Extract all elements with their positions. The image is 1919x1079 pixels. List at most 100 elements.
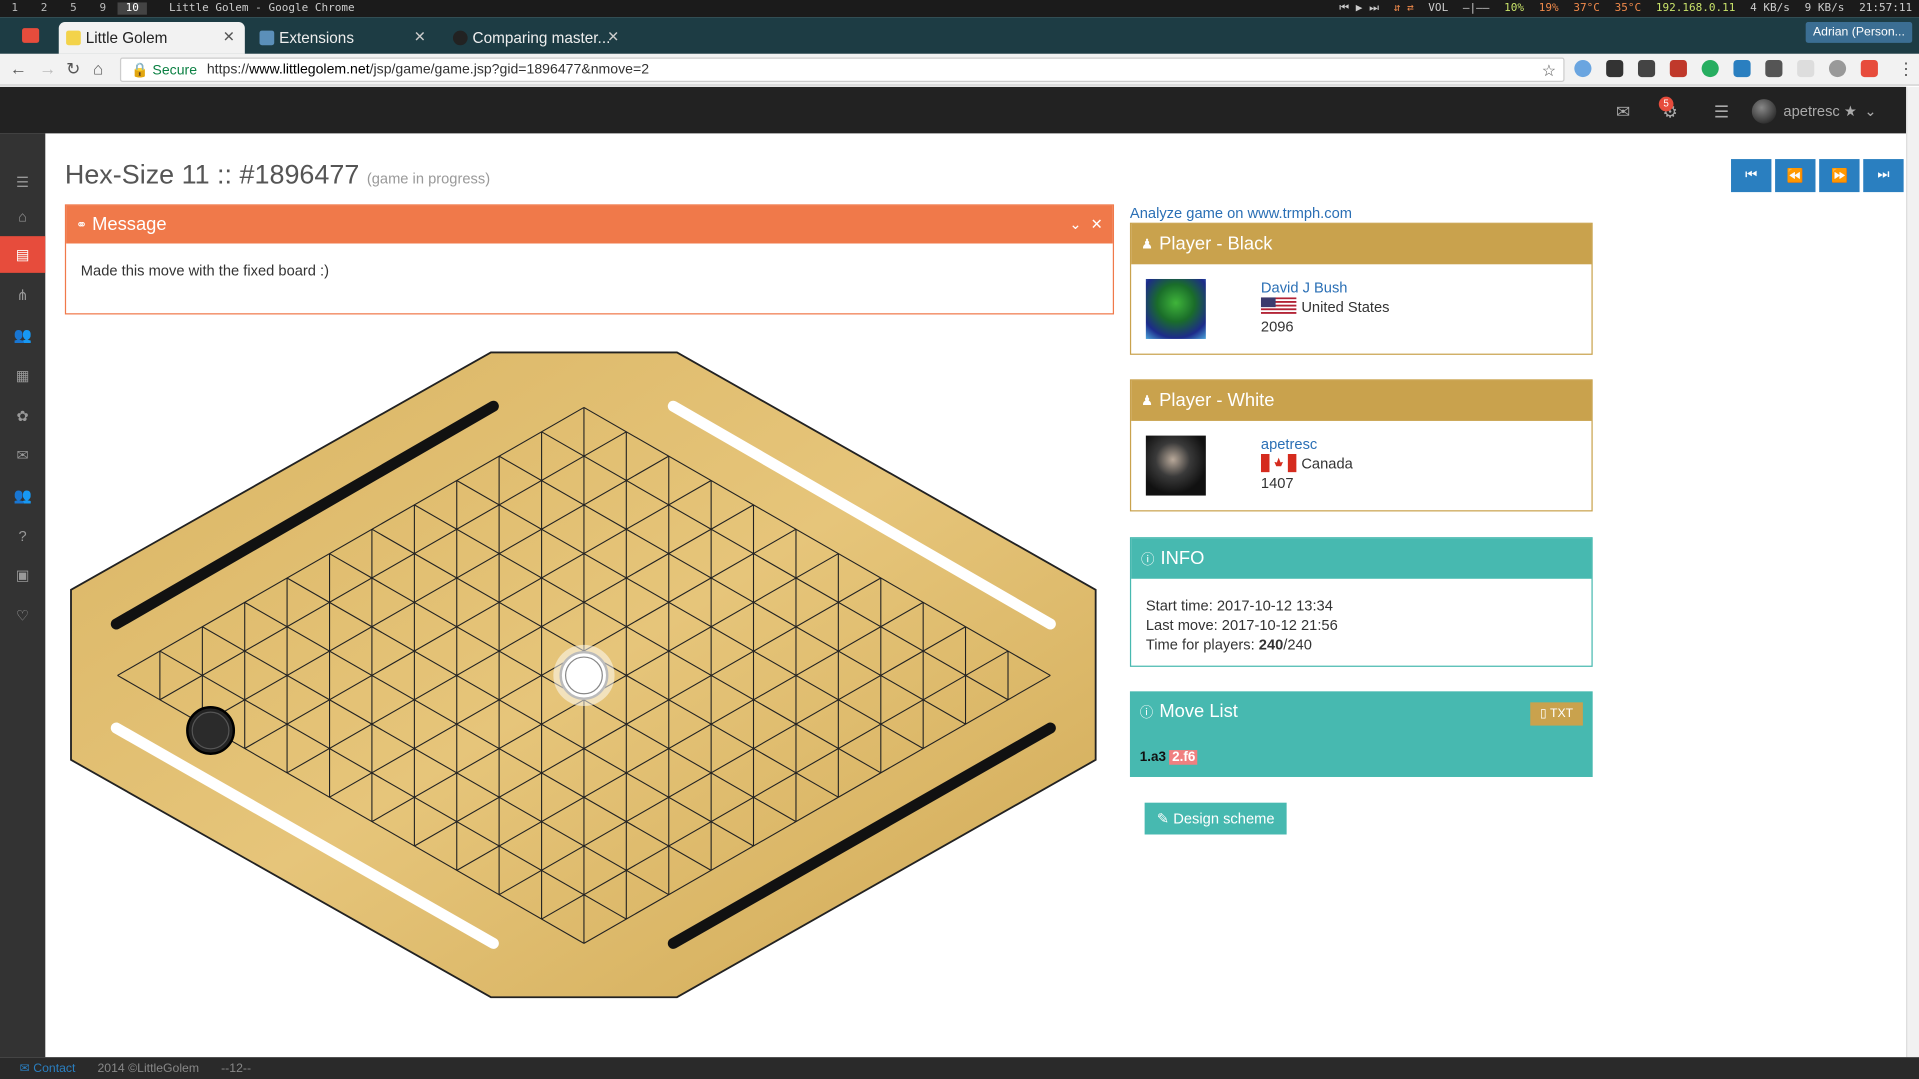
- extension-icon[interactable]: [1860, 59, 1878, 78]
- info-icon: ⓘ: [1140, 552, 1155, 568]
- extension-icon[interactable]: [1574, 59, 1592, 78]
- sidebar-home-icon[interactable]: ⌂: [0, 198, 45, 235]
- message-header: ⚭ Message ⌄ ✕: [66, 205, 1113, 244]
- page-title-text: Hex-Size 11 :: #1896477: [64, 159, 360, 190]
- close-tab-icon[interactable]: ✕: [607, 28, 619, 45]
- player-white-title: Player - White: [1159, 390, 1275, 412]
- sidebar-help-icon[interactable]: ?: [0, 518, 45, 555]
- tab-label: Extensions: [279, 29, 354, 47]
- contact-link[interactable]: ✉ Contact: [20, 1061, 76, 1074]
- close-tab-icon[interactable]: ✕: [414, 28, 426, 45]
- white-stone-f6[interactable]: [553, 644, 615, 707]
- us-flag-icon: [1260, 297, 1297, 316]
- workspace-10[interactable]: 10: [117, 2, 147, 15]
- url-text: https://www.littlegolem.net/jsp/game/gam…: [207, 62, 649, 77]
- profile-button[interactable]: Adrian (Person...: [1805, 22, 1913, 43]
- workspace-5[interactable]: 5: [59, 2, 88, 14]
- tab-comparing-master[interactable]: Comparing master... ✕: [446, 22, 630, 54]
- sidebar-mail-icon[interactable]: ✉: [0, 437, 45, 474]
- shuffle-icon[interactable]: ⇵ ⇄: [1394, 2, 1414, 14]
- player-white-header: ♟ Player - White: [1131, 380, 1592, 421]
- volume-label[interactable]: VOL: [1428, 2, 1448, 14]
- workspace-2[interactable]: 2: [29, 2, 58, 14]
- user-icon: ♟: [1140, 237, 1154, 253]
- user-menu[interactable]: apetresc ★ ⌄: [1751, 99, 1877, 124]
- white-player-avatar[interactable]: [1145, 435, 1206, 496]
- sidebar-games-icon[interactable]: ▤: [0, 236, 46, 273]
- reload-icon[interactable]: ↻: [66, 59, 80, 80]
- sidebar-tournaments-icon[interactable]: ⋔: [0, 277, 45, 314]
- sidebar-gamepad-icon[interactable]: ✿: [0, 398, 45, 435]
- avatar: [1751, 99, 1777, 124]
- hex-board[interactable]: [67, 349, 1101, 1004]
- menu-icon[interactable]: ⋮: [1898, 59, 1915, 80]
- sidebar-players-icon[interactable]: 👥: [0, 317, 45, 354]
- extension-icon[interactable]: [1669, 59, 1687, 78]
- workspace-1[interactable]: 1: [0, 2, 29, 14]
- move-navigation: ⏮ ⏪ ⏩ ⏭: [1731, 159, 1904, 193]
- extension-icon[interactable]: [1606, 59, 1624, 78]
- next-move-button[interactable]: ⏩: [1819, 159, 1860, 193]
- design-scheme-button[interactable]: ✎ Design scheme: [1144, 802, 1287, 835]
- home-icon[interactable]: ⌂: [93, 59, 103, 79]
- clock: 21:57:11: [1859, 2, 1913, 15]
- white-player-country: Canada: [1260, 453, 1353, 473]
- mem-readout: 19%: [1538, 2, 1559, 15]
- media-controls-icon[interactable]: ⏮ ▶ ⏭: [1339, 2, 1379, 14]
- move-2-current[interactable]: 2.f6: [1169, 750, 1198, 765]
- sidebar-group-icon[interactable]: 👥: [0, 477, 45, 514]
- extension-icon[interactable]: [1828, 59, 1847, 78]
- tab-little-golem[interactable]: Little Golem ✕: [58, 22, 245, 54]
- mail-icon[interactable]: ✉: [1616, 102, 1630, 123]
- user-icon: ♟: [1140, 393, 1154, 409]
- url-prefix: https://: [206, 62, 250, 78]
- close-icon[interactable]: ✕: [1091, 215, 1103, 232]
- first-move-button[interactable]: ⏮: [1731, 159, 1772, 193]
- extension-icon[interactable]: [1765, 59, 1783, 78]
- analyze-link[interactable]: Analyze game on www.trmph.com: [1130, 204, 1352, 221]
- notification-badge: 5: [1658, 96, 1674, 112]
- sidebar-money-icon[interactable]: ▣: [0, 557, 45, 594]
- prev-move-button[interactable]: ⏪: [1775, 159, 1816, 193]
- move-list-header: ⓘ Move List: [1130, 691, 1593, 731]
- tab-extensions[interactable]: Extensions ✕: [252, 22, 436, 54]
- workspace-9[interactable]: 9: [88, 2, 117, 14]
- secure-label: 🔒 Secure: [130, 63, 198, 79]
- temp1-readout: 37°C: [1573, 2, 1600, 15]
- last-move-button[interactable]: ⏭: [1863, 159, 1904, 193]
- sidebar-heart-icon[interactable]: ♡: [0, 597, 45, 634]
- black-stone-a3[interactable]: [186, 706, 236, 755]
- extension-icon[interactable]: [1701, 59, 1719, 78]
- extension-icon[interactable]: [1637, 59, 1656, 78]
- design-scheme-label: Design scheme: [1173, 810, 1275, 828]
- player-white-body: apetresc Canada 1407: [1131, 421, 1591, 512]
- time-current: 240: [1258, 636, 1284, 654]
- sidebar-calendar-icon[interactable]: ▦: [0, 357, 45, 394]
- player-black-header: ♟ Player - Black: [1131, 223, 1592, 265]
- close-tab-icon[interactable]: ✕: [223, 28, 235, 45]
- sidebar: ☰ ⌂ ▤ ⋔ 👥 ▦ ✿ ✉ 👥 ? ▣ ♡: [0, 133, 46, 1058]
- address-bar[interactable]: 🔒 Secure https://www.littlegolem.net/jsp…: [119, 57, 1565, 82]
- system-status: ⏮ ▶ ⏭ ⇵ ⇄ VOL —|—— 10% 19% 37°C 35°C 192…: [1339, 0, 1912, 17]
- gmail-app-icon[interactable]: [22, 28, 40, 43]
- sidebar-menu-icon[interactable]: ☰: [0, 164, 45, 201]
- extension-icon[interactable]: [1797, 59, 1815, 78]
- page-scrollbar[interactable]: [1906, 86, 1919, 1058]
- collapse-icon[interactable]: ⌄: [1069, 215, 1081, 232]
- forward-icon[interactable]: →: [39, 59, 56, 79]
- username: apetresc ★: [1783, 102, 1858, 120]
- back-icon[interactable]: ←: [10, 59, 27, 79]
- volume-slider-icon[interactable]: —|——: [1463, 2, 1490, 14]
- list-icon[interactable]: ☰: [1714, 102, 1729, 123]
- bookmark-star-icon[interactable]: ☆: [1542, 61, 1556, 81]
- black-player-rating: 2096: [1260, 318, 1294, 336]
- move-1[interactable]: 1.a3: [1140, 750, 1166, 765]
- black-player-name[interactable]: David J Bush: [1261, 279, 1348, 296]
- start-time: Start time: 2017-10-12 13:34: [1145, 597, 1333, 615]
- ip-readout: 192.168.0.11: [1655, 2, 1736, 15]
- extension-icon[interactable]: [1733, 59, 1751, 78]
- pencil-icon: ✎: [1156, 810, 1170, 828]
- txt-export-button[interactable]: ▯ TXT: [1530, 702, 1583, 726]
- black-player-avatar[interactable]: [1145, 278, 1206, 339]
- white-player-name[interactable]: apetresc: [1261, 436, 1317, 453]
